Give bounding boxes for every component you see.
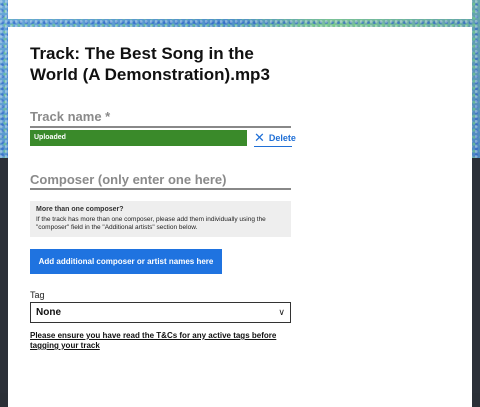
page-title: Track: The Best Song in the World (A Dem…: [30, 44, 270, 84]
composer-label: Composer (only enter one here): [30, 172, 227, 187]
upload-status-bar: Uploaded: [30, 130, 247, 146]
tag-select[interactable]: None ∨: [30, 302, 291, 323]
tag-value: None: [36, 307, 61, 318]
delete-label: Delete: [268, 133, 296, 143]
close-icon: ✕: [254, 130, 265, 145]
composer-info-box: More than one composer? If the track has…: [30, 201, 291, 237]
delete-button[interactable]: ✕ Delete: [254, 130, 296, 147]
previous-card: [8, 0, 472, 19]
terms-link[interactable]: Please ensure you have read the T&Cs for…: [30, 331, 291, 351]
track-name-underline: [30, 126, 291, 128]
info-body: If the track has more than one composer,…: [36, 216, 266, 231]
info-heading: More than one composer?: [36, 206, 124, 213]
chevron-down-icon: ∨: [278, 307, 285, 317]
track-form-card: Track: The Best Song in the World (A Dem…: [8, 27, 472, 407]
add-composer-button[interactable]: Add additional composer or artist names …: [30, 249, 222, 274]
composer-input[interactable]: [30, 188, 291, 190]
track-name-label: Track name *: [30, 109, 111, 124]
tag-label: Tag: [30, 290, 45, 300]
